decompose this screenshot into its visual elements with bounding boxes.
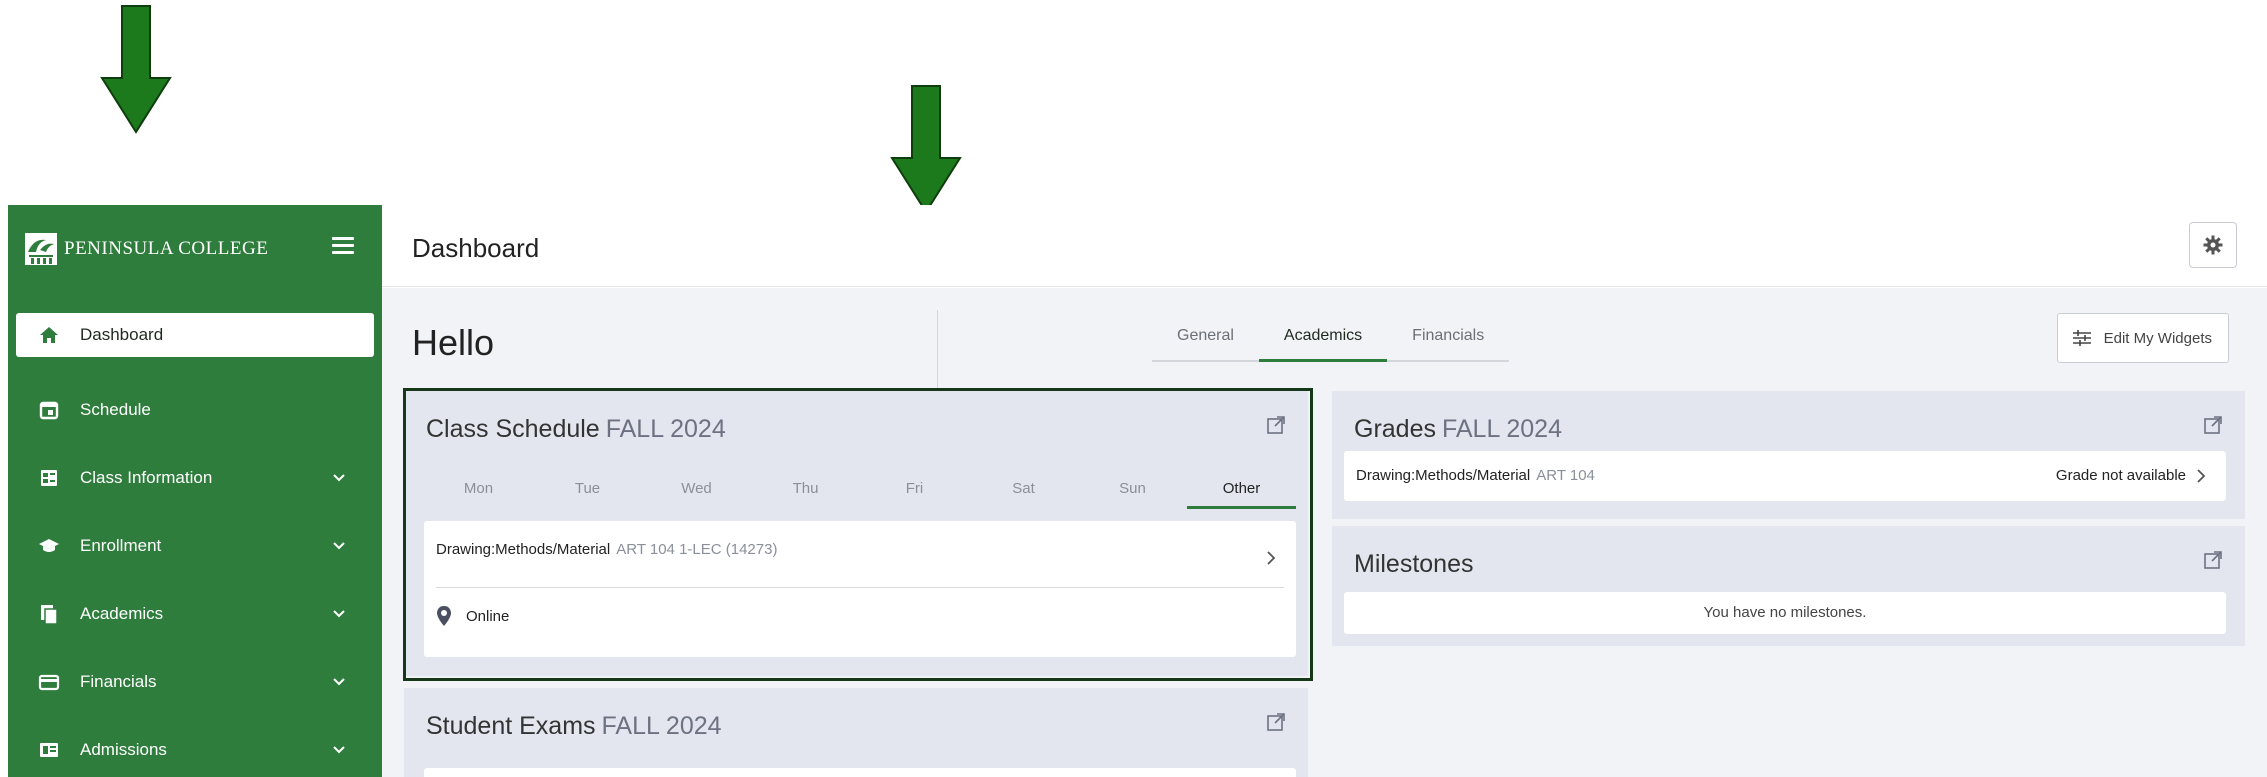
milestones-title: Milestones — [1354, 550, 1474, 578]
calendar-icon — [38, 399, 60, 421]
map-pin-icon — [437, 606, 451, 626]
sidebar-item-enrollment[interactable]: Enrollment — [16, 515, 374, 577]
external-link-icon[interactable] — [2203, 415, 2223, 435]
settings-button[interactable] — [2189, 222, 2237, 268]
chevron-right-icon — [1267, 551, 1276, 565]
day-tab-wed[interactable]: Wed — [642, 469, 751, 509]
sidebar-item-label: Dashboard — [80, 325, 164, 344]
sidebar: PENINSULA COLLEGE Dashboard Schedule Cla… — [8, 205, 382, 777]
menu-toggle-icon[interactable] — [332, 237, 354, 255]
student-exams-title: Student Exams — [426, 712, 596, 740]
day-tab-sat[interactable]: Sat — [969, 469, 1078, 509]
schedule-course-row[interactable]: Drawing:Methods/Material ART 104 1-LEC (1… — [424, 521, 1296, 657]
grade-row[interactable]: Drawing:Methods/Material ART 104 Grade no… — [1344, 451, 2226, 501]
course-name: Drawing:Methods/Material — [436, 541, 611, 558]
day-tab-thu[interactable]: Thu — [751, 469, 860, 509]
external-link-icon[interactable] — [2203, 550, 2223, 570]
location-line: Online — [436, 605, 509, 627]
day-tab-sun[interactable]: Sun — [1078, 469, 1187, 509]
student-exams-card: Student Exams FALL 2024 — [404, 688, 1308, 777]
class-schedule-title: Class Schedule — [426, 415, 600, 443]
dashboard-content: Hello General Academics Financials Edit … — [382, 288, 2267, 777]
day-tab-tue[interactable]: Tue — [533, 469, 642, 509]
brand[interactable]: PENINSULA COLLEGE — [8, 205, 382, 293]
course-line: Drawing:Methods/Material ART 104 1-LEC (1… — [436, 541, 777, 559]
day-tab-fri[interactable]: Fri — [860, 469, 969, 509]
day-tab-other[interactable]: Other — [1187, 469, 1296, 509]
grades-title: Grades — [1354, 415, 1436, 443]
chevron-down-icon — [333, 610, 345, 618]
milestones-card: Milestones You have no milestones. — [1332, 526, 2245, 646]
edit-widgets-label: Edit My Widgets — [2103, 329, 2212, 347]
sidebar-nav: Dashboard Schedule Class Information Enr… — [8, 313, 382, 777]
sidebar-item-label: Financials — [80, 672, 157, 691]
sidebar-item-label: Enrollment — [80, 536, 162, 555]
chevron-down-icon — [333, 542, 345, 550]
class-schedule-card: Class Schedule FALL 2024 Mon Tue Wed Thu … — [404, 391, 1308, 676]
grade-status: Grade not available — [2055, 467, 2186, 484]
term-label: FALL 2024 — [1441, 415, 1562, 443]
tab-financials[interactable]: Financials — [1387, 318, 1510, 362]
tab-academics[interactable]: Academics — [1258, 318, 1388, 362]
sidebar-item-financials[interactable]: Financials — [16, 651, 374, 713]
documents-icon — [38, 603, 60, 625]
day-tab-mon[interactable]: Mon — [424, 469, 533, 509]
greeting: Hello — [412, 322, 495, 363]
grades-card: Grades FALL 2024 Drawing:Methods/Material… — [1332, 391, 2245, 519]
screenshot-page: PENINSULA COLLEGE Dashboard Schedule Cla… — [0, 0, 2267, 777]
chevron-down-icon — [333, 678, 345, 686]
brand-name: PENINSULA COLLEGE — [64, 238, 269, 259]
location-label: Online — [466, 607, 510, 625]
milestones-empty-text: You have no milestones. — [1703, 604, 1867, 621]
gear-icon — [2203, 235, 2223, 255]
sidebar-item-admissions[interactable]: Admissions — [16, 719, 374, 777]
sidebar-item-schedule[interactable]: Schedule — [16, 379, 374, 441]
course-code: ART 104 1-LEC (14273) — [616, 541, 778, 558]
admissions-icon — [38, 739, 60, 761]
page-title: Dashboard — [412, 233, 540, 263]
home-icon — [38, 324, 60, 346]
tab-general[interactable]: General — [1152, 318, 1259, 362]
college-logo-icon — [25, 233, 57, 265]
row-divider — [436, 587, 1284, 588]
sidebar-item-label: Admissions — [80, 740, 167, 759]
annotation-arrow-right — [890, 85, 962, 214]
sidebar-item-academics[interactable]: Academics — [16, 583, 374, 645]
external-link-icon[interactable] — [1266, 415, 1286, 435]
dashboard-tabs: General Academics Financials — [1152, 318, 1510, 362]
chevron-right-icon — [2197, 469, 2206, 483]
course-name: Drawing:Methods/Material — [1356, 467, 1531, 484]
edit-widgets-button[interactable]: Edit My Widgets — [2056, 313, 2229, 363]
credit-card-icon — [38, 671, 60, 693]
divider — [937, 310, 938, 390]
card-title: Grades FALL 2024 — [1354, 415, 1562, 444]
course-code: ART 104 — [1536, 467, 1595, 484]
chevron-down-icon — [333, 746, 345, 754]
exams-row — [424, 768, 1296, 777]
milestones-empty-row: You have no milestones. — [1344, 592, 2226, 634]
card-title: Student Exams FALL 2024 — [426, 712, 722, 741]
annotation-arrow-left — [100, 5, 172, 134]
sidebar-item-class-information[interactable]: Class Information — [16, 447, 374, 509]
top-bar: Dashboard — [382, 205, 2267, 287]
graduation-cap-icon — [38, 535, 60, 557]
term-label: FALL 2024 — [601, 712, 722, 740]
sliders-icon — [2072, 330, 2091, 346]
card-title: Class Schedule FALL 2024 — [426, 415, 726, 444]
chevron-down-icon — [333, 474, 345, 482]
sidebar-item-label: Class Information — [80, 468, 213, 487]
sidebar-item-label: Schedule — [80, 400, 151, 419]
external-link-icon[interactable] — [1266, 712, 1286, 732]
sidebar-item-dashboard[interactable]: Dashboard — [16, 313, 374, 357]
term-label: FALL 2024 — [605, 415, 726, 443]
day-tabs: Mon Tue Wed Thu Fri Sat Sun Other — [424, 469, 1296, 509]
grade-course-line: Drawing:Methods/Material ART 104 — [1356, 467, 1595, 485]
class-info-icon — [38, 467, 60, 489]
sidebar-item-label: Academics — [80, 604, 164, 623]
